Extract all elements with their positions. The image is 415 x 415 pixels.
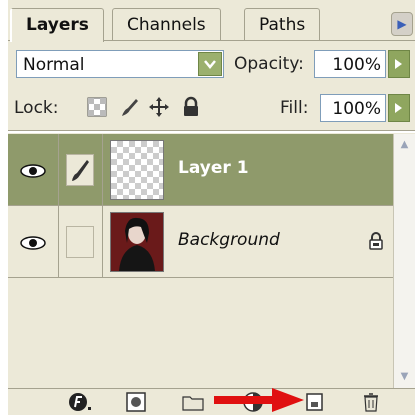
opacity-label: Opacity:: [234, 54, 304, 74]
visibility-toggle[interactable]: [8, 134, 59, 206]
eye-icon: [20, 164, 46, 178]
delete-layer-icon[interactable]: [362, 392, 380, 412]
eye-icon: [20, 236, 46, 250]
layer-link-toggle[interactable]: [58, 206, 103, 278]
chevron-right-icon: [395, 59, 402, 69]
fill-input[interactable]: 100%: [320, 94, 386, 122]
lock-image-pixels-icon[interactable]: [118, 96, 140, 118]
brush-box: [66, 226, 94, 258]
opacity-input[interactable]: 100%: [314, 50, 386, 78]
new-layer-icon[interactable]: [306, 392, 324, 412]
lock-label: Lock:: [14, 98, 59, 118]
tab-paths[interactable]: Paths: [244, 8, 321, 41]
red-arrow-annotation: [214, 388, 304, 412]
layer-locked-icon: [369, 232, 383, 250]
layer-name[interactable]: Background: [178, 230, 280, 250]
layer-link-toggle[interactable]: [58, 134, 103, 206]
tab-channels[interactable]: Channels: [112, 8, 221, 41]
panel-menu-button[interactable]: ▶: [391, 12, 413, 36]
blend-mode-select[interactable]: Normal: [16, 50, 224, 78]
layers-panel: Paths Channels Layers ▶ Normal Opacity: …: [8, 0, 415, 415]
layer-thumbnail: [110, 140, 164, 200]
fill-label: Fill:: [280, 98, 309, 118]
layers-scrollbar[interactable]: ▲ ▼: [393, 134, 415, 388]
layer-style-icon[interactable]: [68, 392, 92, 412]
scroll-down-icon[interactable]: ▼: [395, 367, 414, 387]
layers-toolbar: [8, 388, 415, 415]
fill-slider-button[interactable]: [388, 94, 410, 122]
chevron-down-icon: [204, 60, 216, 69]
divider: [8, 130, 415, 133]
tab-bar: Paths Channels Layers ▶: [8, 0, 415, 42]
layer-group-icon[interactable]: [182, 392, 204, 412]
layer-thumbnail-portrait: [110, 212, 164, 272]
layer-row-layer-1[interactable]: Layer 1: [8, 134, 394, 206]
layers-list: Layer 1 Background: [8, 134, 394, 388]
paintbrush-icon: [72, 160, 89, 181]
lock-position-icon[interactable]: [148, 96, 170, 118]
lock-transparent-pixels-icon[interactable]: [86, 96, 108, 118]
lock-all-icon[interactable]: [180, 96, 202, 118]
brush-box: [66, 154, 94, 186]
layer-row-background[interactable]: Background: [8, 206, 394, 278]
visibility-toggle[interactable]: [8, 206, 59, 278]
blend-mode-dropdown-button[interactable]: [198, 52, 222, 76]
portrait-image: [111, 213, 163, 271]
tab-layers[interactable]: Layers: [10, 8, 104, 42]
opacity-slider-button[interactable]: [388, 50, 410, 78]
chevron-right-icon: [395, 103, 402, 113]
blend-mode-value: Normal: [23, 55, 85, 75]
layer-name[interactable]: Layer 1: [178, 158, 249, 178]
scroll-up-icon[interactable]: ▲: [395, 135, 414, 155]
layer-mask-icon[interactable]: [126, 392, 146, 412]
